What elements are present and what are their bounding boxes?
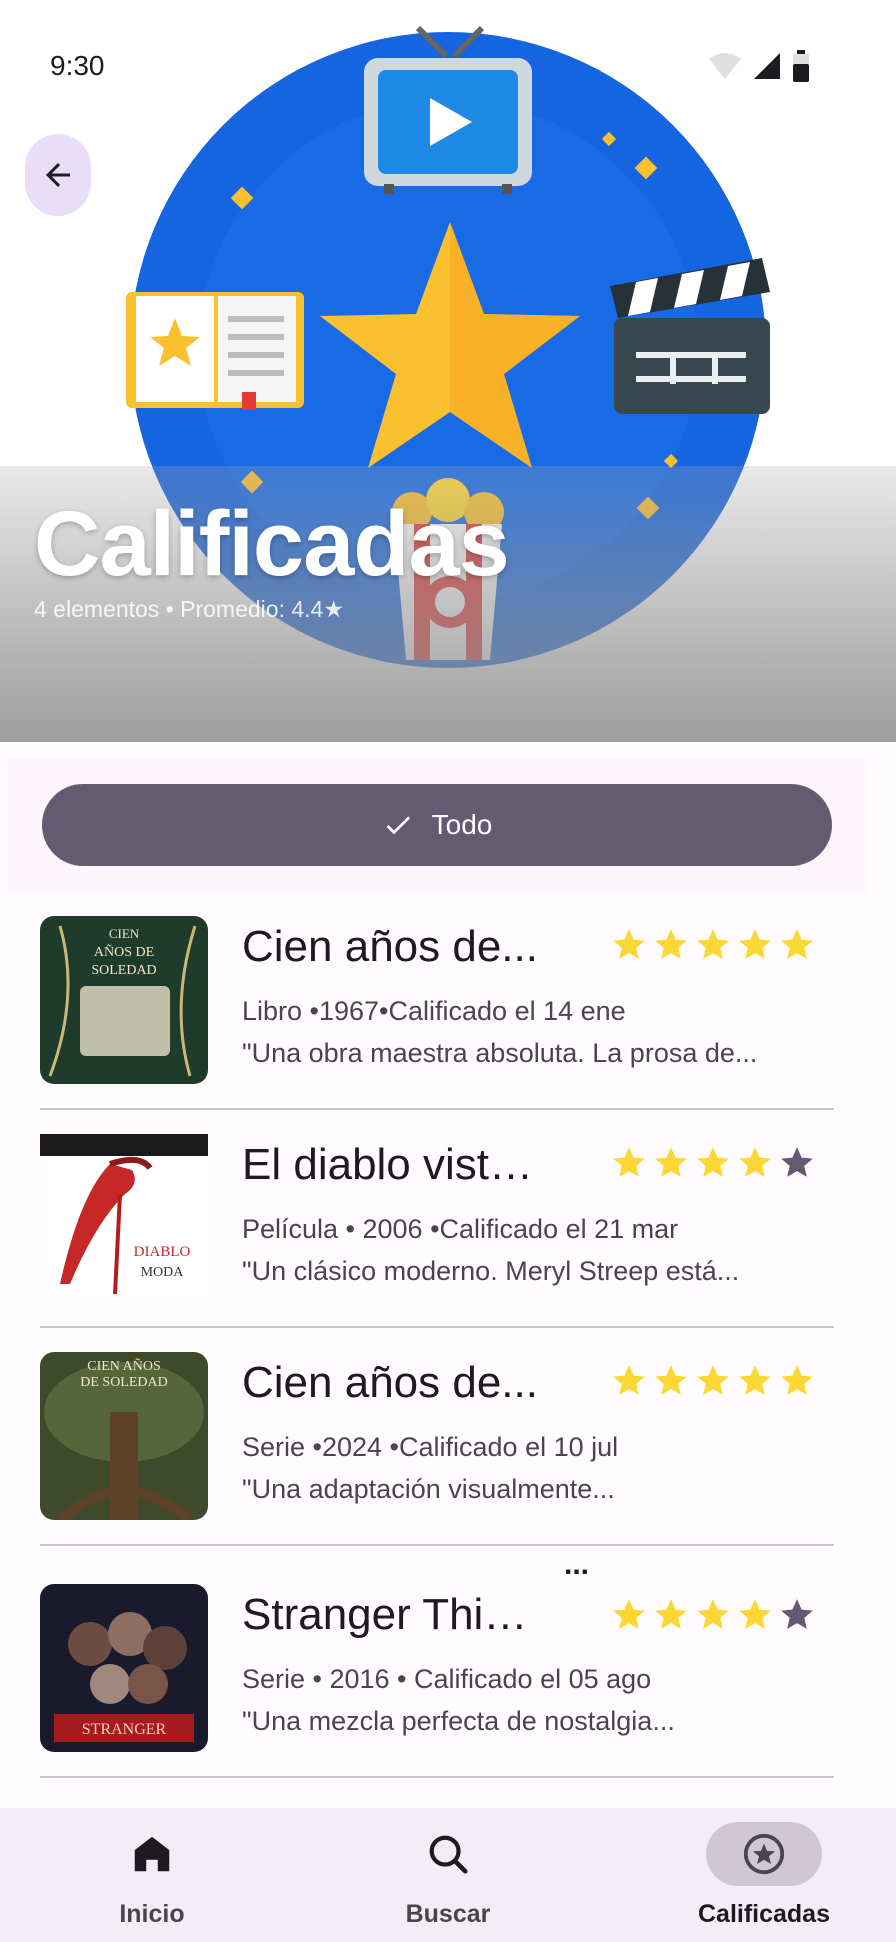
item-review: "Un clásico moderno. Meryl Streep está..… — [242, 1256, 740, 1286]
nav-label: Buscar — [405, 1900, 491, 1928]
item-title: Cien años de... — [242, 922, 538, 971]
star-filled-icon — [781, 1365, 813, 1395]
page-subtitle: 4 elementos • Promedio: 4.4★ — [34, 596, 344, 622]
star-filled-icon — [655, 929, 687, 959]
cover-thumbnail: DIABLO MODA — [40, 1134, 208, 1302]
item-meta: Película • 2006 •Calificado el 21 mar — [242, 1214, 679, 1244]
svg-text:CIEN: CIEN — [109, 926, 140, 941]
star-filled-icon — [697, 929, 729, 959]
home-icon — [134, 1836, 170, 1872]
star-filled-icon — [697, 1147, 729, 1177]
item-review: "Una adaptación visualmente... — [242, 1474, 615, 1504]
bottom-navigation: Inicio Buscar Calificadas — [0, 1808, 896, 1942]
status-time: 9:30 — [50, 50, 105, 81]
item-meta: Serie •2024 •Calificado el 10 jul — [242, 1432, 619, 1462]
star-filled-icon — [655, 1365, 687, 1395]
battery-icon — [793, 50, 809, 82]
star-filled-icon — [613, 1147, 645, 1177]
arrow-left-icon — [46, 163, 70, 187]
item-review: "Una obra maestra absoluta. La prosa de.… — [242, 1038, 758, 1068]
list-item[interactable]: CIEN AÑOS DE SOLEDAD Cien años de... Libro… — [40, 892, 834, 1110]
filter-bar: Todo — [8, 758, 866, 892]
svg-text:CIEN AÑOS: CIEN AÑOS — [87, 1358, 161, 1374]
nav-label: Calificadas — [697, 1900, 830, 1928]
star-filled-icon — [739, 1365, 771, 1395]
star-filled-icon — [613, 929, 645, 959]
star-filled-icon — [781, 929, 813, 959]
svg-text:DE SOLEDAD: DE SOLEDAD — [80, 1375, 168, 1390]
item-title: Stranger Things — [242, 1590, 542, 1639]
star-filled-icon — [697, 1365, 729, 1395]
list-item[interactable]: DIABLO MODA El diablo viste a... Película… — [40, 1110, 834, 1328]
star-filled-icon — [655, 1147, 687, 1177]
svg-text:STRANGER: STRANGER — [82, 1721, 167, 1738]
rating-stars — [610, 926, 816, 964]
svg-text:SOLEDAD: SOLEDAD — [91, 963, 156, 978]
svg-text:AÑOS DE: AÑOS DE — [94, 944, 154, 960]
list-item[interactable]: ... STRANGER Stranger Things Serie • 201… — [40, 1546, 834, 1778]
nav-pill — [94, 1822, 210, 1886]
wifi-icon — [709, 53, 741, 79]
search-icon — [429, 1835, 468, 1874]
list-item[interactable]: CIEN AÑOS DE SOLEDAD Cien años de... Seri… — [40, 1328, 834, 1546]
signal-icon — [754, 53, 780, 79]
star-filled-icon — [739, 1147, 771, 1177]
rating-stars — [610, 1144, 816, 1182]
app-root: 9:30 Calificadas 4 elementos • Promedio:… — [0, 0, 896, 1942]
item-title: El diablo viste a... — [242, 1140, 542, 1189]
nav-item-calificadas[interactable]: Calificadas — [664, 1808, 864, 1942]
more-options-button[interactable]: ... — [564, 1548, 589, 1582]
star-filled-icon — [655, 1599, 687, 1629]
item-meta: Libro •1967•Calificado el 14 ene — [242, 996, 626, 1026]
star-empty-icon — [781, 1147, 813, 1177]
nav-pill-active — [706, 1822, 822, 1886]
cover-thumbnail: CIEN AÑOS DE SOLEDAD — [40, 1352, 208, 1520]
star-filled-icon — [739, 1599, 771, 1629]
star-filled-icon — [739, 929, 771, 959]
hero-banner: 9:30 Calificadas 4 elementos • Promedio:… — [0, 0, 896, 742]
item-review: "Una mezcla perfecta de nostalgia... — [242, 1706, 675, 1736]
nav-item-buscar[interactable]: Buscar — [348, 1808, 548, 1942]
filter-chip-label: Todo — [431, 809, 493, 840]
item-meta: Serie • 2016 • Calificado el 05 ago — [242, 1664, 652, 1694]
star-circle-icon — [743, 1833, 785, 1875]
star-empty-icon — [781, 1599, 813, 1629]
cover-thumbnail: CIEN AÑOS DE SOLEDAD — [40, 916, 208, 1084]
nav-pill — [390, 1822, 506, 1886]
star-filled-icon — [613, 1365, 645, 1395]
page-title: Calificadas — [34, 493, 510, 595]
nav-label: Inicio — [119, 1900, 185, 1928]
back-button[interactable] — [25, 134, 91, 216]
nav-item-inicio[interactable]: Inicio — [52, 1808, 252, 1942]
rating-stars — [610, 1596, 816, 1634]
check-icon — [386, 816, 410, 835]
status-icons — [708, 50, 810, 82]
cover-thumbnail: STRANGER — [40, 1584, 208, 1752]
star-filled-icon — [613, 1599, 645, 1629]
filter-chip-todo[interactable]: Todo — [42, 784, 832, 866]
svg-text:MODA: MODA — [141, 1265, 185, 1280]
svg-text:DIABLO: DIABLO — [134, 1244, 191, 1260]
star-filled-icon — [697, 1599, 729, 1629]
item-title: Cien años de... — [242, 1358, 538, 1407]
rating-stars — [610, 1362, 816, 1400]
